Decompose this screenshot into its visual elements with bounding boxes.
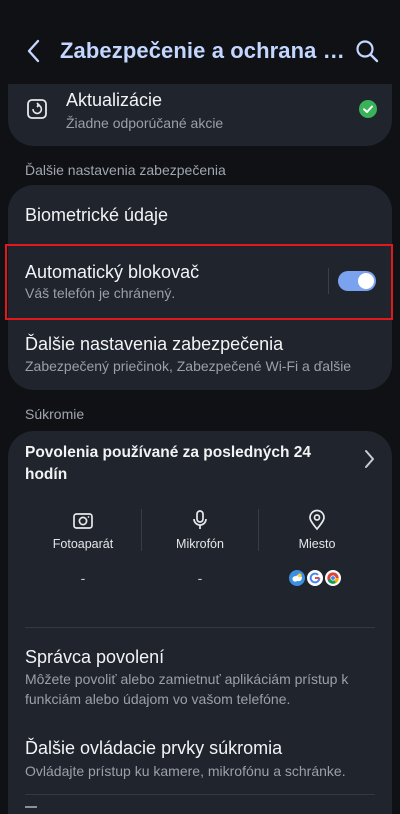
camera-permission[interactable]: Fotoaparát xyxy=(25,509,141,557)
section-label-security: Ďalšie nastavenia zabezpečenia xyxy=(25,162,226,178)
security-card: Biometrické údaje Automatický blokovač V… xyxy=(8,185,392,390)
updates-subtitle: Žiadne odporúčané akcie xyxy=(66,115,224,131)
weather-app-icon xyxy=(287,568,307,588)
divider xyxy=(25,627,375,628)
app-header: Zabezpečenie a ochrana o... xyxy=(0,0,400,96)
location-pin-icon xyxy=(309,509,325,531)
permission-manager-title[interactable]: Správca povolení xyxy=(25,647,164,668)
auto-blocker-subtitle: Váš telefón je chránený. xyxy=(25,285,176,301)
camera-icon xyxy=(73,513,93,529)
microphone-label: Mikrofón xyxy=(176,537,224,551)
page-title: Zabezpečenie a ochrana o... xyxy=(60,38,348,63)
more-security-subtitle: Zabezpečený priečinok, Zabezpečené Wi-Fi… xyxy=(25,358,352,374)
toggle-knob xyxy=(358,273,374,289)
next-item-partial xyxy=(25,806,37,814)
location-label: Miesto xyxy=(298,537,336,551)
camera-value: - xyxy=(80,570,86,586)
section-label-privacy: Súkromie xyxy=(25,406,85,422)
permissions-24h-title[interactable]: Povolenia používané za posledných 24 hod… xyxy=(25,442,335,486)
more-privacy-title[interactable]: Ďalšie ovládacie prvky súkromia xyxy=(25,738,282,759)
status-check-icon xyxy=(359,100,377,118)
more-privacy-subtitle: Ovládajte prístup ku kamere, mikrofónu a… xyxy=(25,763,346,779)
biometrics-item[interactable]: Biometrické údaje xyxy=(25,205,168,226)
divider xyxy=(25,794,375,795)
update-refresh-icon xyxy=(27,99,47,119)
more-security-title[interactable]: Ďalšie nastavenia zabezpečenia xyxy=(25,334,283,355)
microphone-permission[interactable]: Mikrofón xyxy=(142,509,258,557)
location-permission[interactable]: Miesto xyxy=(259,509,375,557)
toggle-divider xyxy=(328,268,329,294)
microphone-icon xyxy=(193,510,207,529)
privacy-card: Povolenia používané za posledných 24 hod… xyxy=(8,431,392,814)
google-app-icon xyxy=(305,568,325,588)
auto-blocker-toggle[interactable] xyxy=(338,271,376,291)
search-icon[interactable] xyxy=(354,38,380,64)
updates-card[interactable]: Aktualizácie Žiadne odporúčané akcie xyxy=(8,84,392,146)
permission-manager-subtitle: Môžete povoliť alebo zamietnuť aplikáciá… xyxy=(25,671,349,707)
chevron-right-icon[interactable] xyxy=(360,448,378,470)
auto-blocker-title[interactable]: Automatický blokovač xyxy=(25,262,199,283)
chrome-app-icon xyxy=(323,568,343,588)
camera-label: Fotoaparát xyxy=(52,537,114,551)
microphone-value: - xyxy=(197,570,203,586)
chevron-left-icon[interactable] xyxy=(22,38,46,64)
updates-title: Aktualizácie xyxy=(66,90,163,110)
